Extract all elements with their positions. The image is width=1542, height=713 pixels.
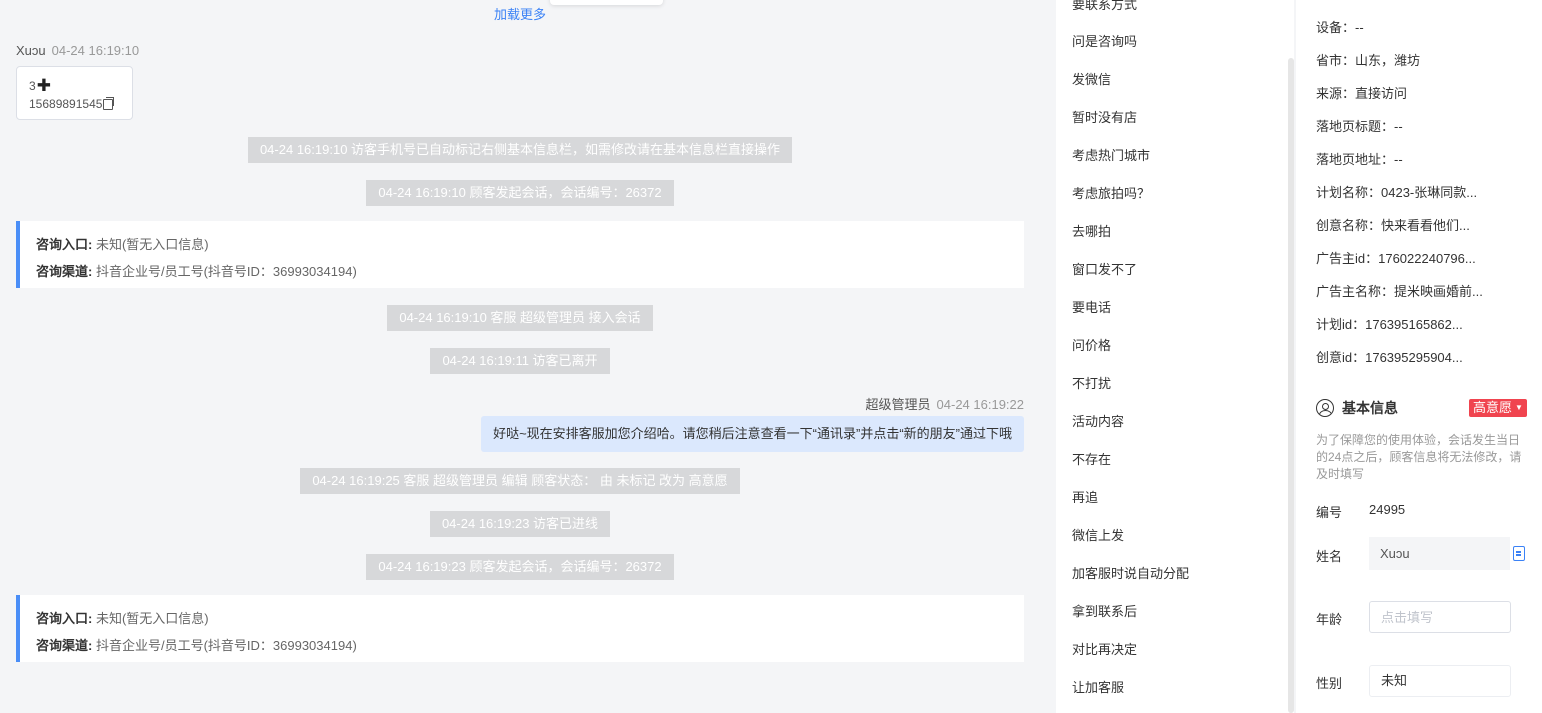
system-message: 04-24 16:19:23 顾客发起会话，会话编号：26372 <box>0 554 1040 580</box>
quick-reply-list: 要联系方式 问是咨询吗 发微信 暂时没有店 考虑热门城市 考虑旅拍吗？ 去哪拍 … <box>1056 0 1294 713</box>
age-label: 年龄 <box>1316 612 1343 627</box>
detail-landing-title: 落地页标题：-- <box>1316 119 1403 134</box>
quick-reply-item[interactable]: 对比再决定 <box>1072 639 1137 658</box>
gender-select[interactable]: 未知 <box>1369 665 1511 697</box>
name-field[interactable]: Xuↄu <box>1369 537 1510 570</box>
system-message: 04-24 16:19:23 访客已进线 <box>0 511 1040 537</box>
quick-reply-item[interactable]: 暂时没有店 <box>1072 107 1137 126</box>
agent-message-bubble: 好哒~现在安排客服加您介绍哈。请您稍后注意查看一下“通讯录”并点击“新的朋友”通… <box>481 416 1024 452</box>
intent-level-tag[interactable]: 高意愿 ▼ <box>1469 399 1527 417</box>
agent-msg-meta: 超级管理员 04-24 16:19:22 <box>866 394 1024 413</box>
agent-msg-time: 04-24 16:19:22 <box>936 397 1024 412</box>
channel-label: 咨询渠道: <box>36 638 93 653</box>
visitor-msg-meta: Xuↄu 04-24 16:19:10 <box>16 43 139 58</box>
quick-reply-item[interactable]: 让加客服 <box>1072 677 1124 696</box>
visitor-phone: 15689891545 <box>29 97 103 111</box>
copy-icon[interactable] <box>103 96 115 110</box>
quick-reply-item[interactable]: 问是咨询吗 <box>1072 31 1137 50</box>
entry-label: 咨询入口: <box>36 611 93 626</box>
quick-reply-item[interactable]: 不打扰 <box>1072 373 1111 392</box>
edit-notice: 为了保障您的使用体验，会话发生当日的24点之后，顾客信息将无法修改，请及时填写 <box>1316 433 1522 481</box>
quick-reply-item[interactable]: 活动内容 <box>1072 411 1124 430</box>
visitor-message-text: 3 <box>29 79 36 93</box>
quick-reply-item[interactable]: 再追 <box>1072 487 1098 506</box>
channel-label: 咨询渠道: <box>36 264 93 279</box>
detail-source: 来源：直接访问 <box>1316 86 1408 101</box>
detail-device: 设备：-- <box>1316 20 1364 35</box>
quick-reply-item[interactable]: 不存在 <box>1072 449 1111 468</box>
quick-reply-item[interactable]: 拿到联系后 <box>1072 601 1137 620</box>
entry-label: 咨询入口: <box>36 237 93 252</box>
id-value: 24995 <box>1369 502 1406 517</box>
system-message: 04-24 16:19:11 访客已离开 <box>0 348 1040 374</box>
quick-reply-item[interactable]: 要电话 <box>1072 297 1111 316</box>
consult-info-card: 咨询入口: 未知(暂无入口信息) 咨询渠道: 抖音企业号/员工号(抖音号ID：3… <box>16 221 1024 288</box>
edit-icon[interactable] <box>1513 546 1525 561</box>
system-message: 04-24 16:19:10 客服 超级管理员 接入会话 <box>0 305 1040 331</box>
agent-name: 超级管理员 <box>865 397 931 412</box>
detail-plan-name: 计划名称：0423-张琳同款... <box>1316 185 1478 200</box>
intent-level-label: 高意愿 <box>1473 400 1513 415</box>
basic-info-header: 基本信息 <box>1316 398 1398 418</box>
age-input[interactable] <box>1369 601 1511 633</box>
detail-advertiser-name: 广告主名称：提米映画婚前... <box>1316 284 1483 299</box>
detail-plan-id: 计划id：176395165862... <box>1316 317 1463 332</box>
quick-reply-item[interactable]: 考虑热门城市 <box>1072 145 1150 164</box>
quick-reply-item[interactable]: 窗口发不了 <box>1072 259 1137 278</box>
channel-value: 抖音企业号/员工号(抖音号ID：36993034194) <box>95 264 357 279</box>
chat-panel: 加载更多 Xuↄu 04-24 16:19:10 3 ✚ 15689891545 0… <box>0 0 1040 713</box>
gender-label: 性别 <box>1316 676 1343 691</box>
detail-creative-name: 创意名称：快来看看他们... <box>1316 218 1470 233</box>
quick-reply-item[interactable]: 发微信 <box>1072 69 1111 88</box>
caret-down-icon: ▼ <box>1515 403 1523 412</box>
quick-reply-scrollbar[interactable] <box>1288 58 1294 713</box>
system-message: 04-24 16:19:10 访客手机号已自动标记右侧基本信息栏，如需修改请在基… <box>0 137 1040 163</box>
move-cursor-icon: ✚ <box>36 76 51 95</box>
customer-info-panel: 设备：-- 省市：山东，潍坊 来源：直接访问 落地页标题：-- 落地页地址：--… <box>1296 0 1542 713</box>
name-label: 姓名 <box>1316 549 1343 564</box>
load-more-link[interactable]: 加载更多 <box>0 4 1040 23</box>
quick-reply-item[interactable]: 考虑旅拍吗？ <box>1072 183 1150 202</box>
detail-region: 省市：山东，潍坊 <box>1316 53 1421 68</box>
visitor-message-bubble: 3 ✚ 15689891545 <box>16 66 133 120</box>
entry-value: 未知(暂无入口信息) <box>95 237 209 252</box>
visitor-name: Xuↄu <box>16 43 46 58</box>
quick-reply-item[interactable]: 加客服时说自动分配 <box>1072 563 1189 582</box>
consult-info-card: 咨询入口: 未知(暂无入口信息) 咨询渠道: 抖音企业号/员工号(抖音号ID：3… <box>16 595 1024 662</box>
system-message: 04-24 16:19:10 顾客发起会话，会话编号：26372 <box>0 180 1040 206</box>
visitor-msg-time: 04-24 16:19:10 <box>51 43 140 58</box>
entry-value: 未知(暂无入口信息) <box>95 611 209 626</box>
quick-reply-item[interactable]: 去哪拍 <box>1072 221 1111 240</box>
detail-creative-id: 创意id：176395295904... <box>1316 350 1463 365</box>
system-message: 04-24 16:19:25 客服 超级管理员 编辑 顾客状态： 由 未标记 改… <box>0 468 1040 494</box>
detail-landing-url: 落地页地址：-- <box>1316 152 1403 167</box>
id-label: 编号 <box>1316 505 1343 520</box>
quick-reply-item[interactable]: 微信上发 <box>1072 525 1124 544</box>
user-circle-icon <box>1316 399 1334 417</box>
channel-value: 抖音企业号/员工号(抖音号ID：36993034194) <box>95 638 357 653</box>
basic-info-title: 基本信息 <box>1342 400 1398 416</box>
detail-advertiser-id: 广告主id：176022240796... <box>1316 251 1476 266</box>
quick-reply-item[interactable]: 要联系方式 <box>1072 0 1137 13</box>
quick-reply-item[interactable]: 问价格 <box>1072 335 1111 354</box>
